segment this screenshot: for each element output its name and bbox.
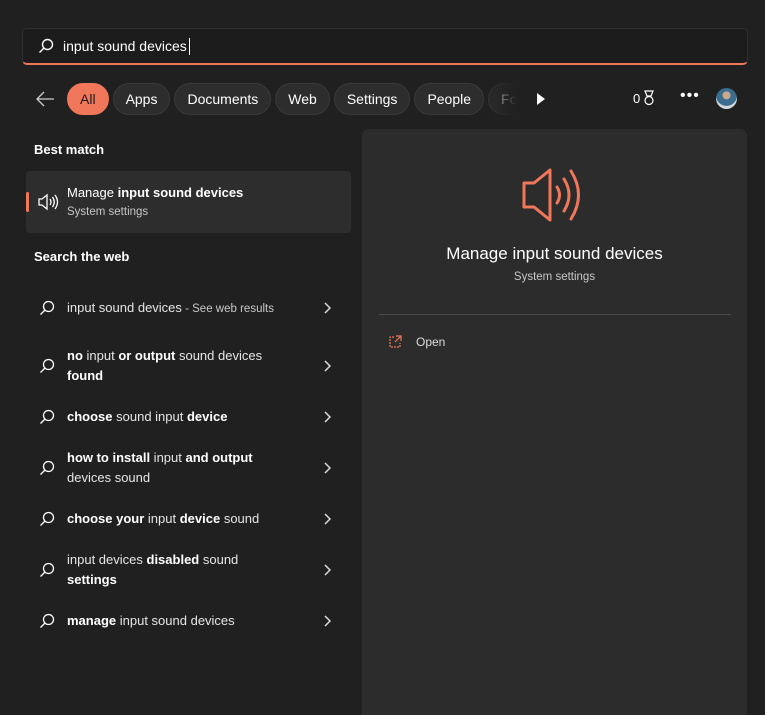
filter-chip-web[interactable]: Web	[275, 83, 330, 115]
web-result-item[interactable]: choose sound input device	[26, 396, 351, 438]
rewards-points[interactable]: 0	[633, 90, 656, 106]
bold-segment: disabled	[146, 552, 200, 567]
text-cursor	[188, 37, 190, 55]
bold-segment: and output	[185, 450, 253, 465]
chevron-right-icon[interactable]	[323, 462, 331, 474]
open-action[interactable]: Open	[388, 335, 445, 349]
scroll-right-icon[interactable]	[535, 92, 547, 106]
text-segment: input devices	[67, 552, 147, 567]
text-segment: input	[82, 348, 119, 363]
search-web-heading: Search the web	[34, 249, 130, 264]
web-result-text: input sound devices - See web results	[67, 298, 287, 319]
search-icon	[40, 460, 55, 475]
bold-segment: or output	[118, 348, 176, 363]
title-bold: input sound devices	[117, 185, 244, 200]
back-arrow-icon[interactable]	[34, 88, 56, 110]
bold-segment: device	[186, 409, 228, 424]
speaker-icon-large	[522, 168, 580, 222]
text-segment: input	[144, 511, 180, 526]
web-result-item[interactable]: how to install input and output devices …	[26, 438, 351, 498]
bold-segment: found	[67, 368, 104, 383]
bold-segment: how to install	[67, 450, 151, 465]
text-segment: sound input	[112, 409, 187, 424]
preview-subtitle: System settings	[513, 271, 596, 283]
filter-chips: AllAppsDocumentsWebSettingsPeopleFolders	[67, 83, 517, 115]
best-match-subtitle: System settings	[67, 206, 149, 218]
chevron-right-icon[interactable]	[323, 411, 331, 423]
avatar[interactable]	[716, 88, 737, 109]
web-result-text: how to install input and output devices …	[67, 448, 287, 488]
chevron-right-icon[interactable]	[323, 360, 331, 372]
web-results-list: input sound devices - See web results no …	[26, 280, 351, 642]
web-result-item[interactable]: input sound devices - See web results	[26, 280, 351, 336]
medal-icon	[644, 90, 655, 106]
filter-bar: AllAppsDocumentsWebSettingsPeopleFolders…	[0, 83, 765, 115]
chevron-right-icon[interactable]	[323, 564, 331, 576]
search-input[interactable]: input sound devices	[63, 38, 187, 54]
best-match-heading: Best match	[34, 142, 105, 157]
search-icon	[40, 358, 55, 373]
web-result-text: input devices disabled sound settings	[67, 550, 287, 590]
web-result-text: choose your input device sound	[67, 509, 287, 529]
text-segment: - See web results	[181, 302, 274, 315]
web-result-item[interactable]: input devices disabled sound settings	[26, 540, 351, 600]
search-icon	[40, 562, 55, 577]
text-segment: input sound devices	[67, 299, 182, 315]
text-segment: input sound devices	[116, 613, 235, 628]
chevron-right-icon[interactable]	[323, 615, 331, 627]
title-prefix: Manage	[67, 185, 118, 200]
bold-segment: device	[179, 511, 221, 526]
web-result-text: no input or output sound devices found	[67, 346, 287, 386]
text-segment: sound	[199, 552, 239, 567]
web-result-item[interactable]: no input or output sound devices found	[26, 336, 351, 396]
search-icon	[39, 38, 54, 53]
web-result-text: choose sound input device	[67, 407, 287, 427]
web-result-item[interactable]: choose your input device sound	[26, 498, 351, 540]
speaker-icon	[38, 193, 59, 211]
bold-segment: choose your	[67, 511, 145, 526]
search-icon	[40, 511, 55, 526]
bold-segment: settings	[67, 572, 117, 587]
more-options-icon[interactable]: •••	[680, 87, 700, 105]
open-external-icon	[389, 335, 402, 348]
web-result-item[interactable]: manage input sound devices	[26, 600, 351, 642]
bold-segment: manage	[67, 613, 117, 628]
bold-segment: no	[67, 348, 83, 363]
filter-chip-apps[interactable]: Apps	[112, 83, 171, 115]
filter-chip-folders[interactable]: Folders	[488, 83, 517, 115]
text-segment: devices sound	[67, 470, 151, 485]
best-match-title: Manage input sound devices	[67, 185, 243, 200]
filter-chip-all[interactable]: All	[67, 83, 109, 115]
chevron-right-icon[interactable]	[323, 513, 331, 525]
divider	[379, 314, 731, 315]
best-match-result[interactable]: Manage input sound devices System settin…	[26, 171, 351, 233]
chevron-right-icon[interactable]	[323, 302, 331, 314]
filter-chip-documents[interactable]: Documents	[174, 83, 272, 115]
text-segment: sound devices	[175, 348, 263, 363]
search-icon	[40, 409, 55, 424]
preview-pane: Manage input sound devices System settin…	[362, 129, 747, 715]
search-icon	[40, 613, 55, 628]
search-icon	[40, 300, 55, 315]
web-result-text: manage input sound devices	[67, 611, 287, 631]
filter-chip-people[interactable]: People	[414, 83, 485, 115]
text-segment: sound	[220, 511, 260, 526]
preview-title: Manage input sound devices	[446, 244, 663, 263]
rewards-count: 0	[633, 90, 641, 106]
search-box[interactable]: input sound devices	[22, 28, 748, 65]
text-segment: input	[150, 450, 186, 465]
filter-chip-settings[interactable]: Settings	[333, 83, 411, 115]
bold-segment: choose	[67, 409, 113, 424]
open-label: Open	[416, 335, 446, 349]
selection-indicator	[26, 192, 29, 212]
